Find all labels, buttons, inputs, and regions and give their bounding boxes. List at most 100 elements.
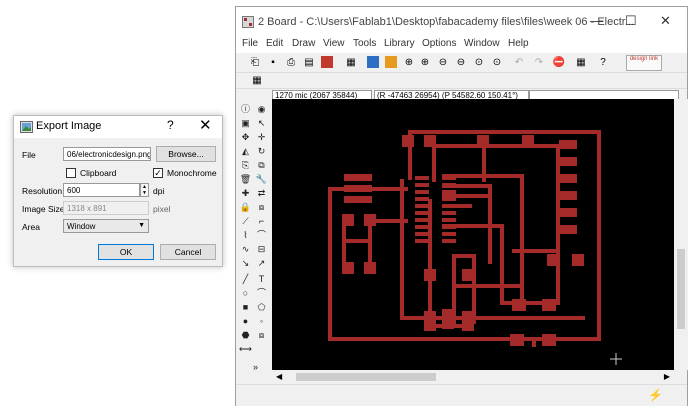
window-title: 2 Board - C:\Users\Fablab1\Desktop\fabac… (258, 16, 634, 28)
show-icon[interactable]: ◉ (255, 103, 268, 116)
help-icon[interactable]: ? (596, 56, 610, 70)
zoom-redraw-icon[interactable]: ⊖ (454, 56, 468, 70)
move-cross-icon[interactable]: ✛ (255, 131, 268, 144)
monochrome-checkbox[interactable]: ✓ (153, 168, 163, 178)
cancel-button[interactable]: Cancel (160, 244, 216, 260)
mark-icon[interactable]: ↖ (255, 117, 268, 130)
area-dropdown[interactable]: Window ▼ (63, 219, 149, 233)
ratsnest-icon[interactable]: ⧈ (255, 329, 268, 342)
split-icon[interactable]: ⟋ (239, 215, 252, 228)
menu-help[interactable]: Help (508, 38, 529, 49)
sch-icon[interactable] (320, 56, 334, 70)
save-icon[interactable]: ▪ (266, 56, 280, 70)
text-icon[interactable]: T (255, 273, 268, 286)
stop-icon[interactable]: ⛔ (552, 56, 566, 70)
vertical-scrollbar[interactable] (674, 99, 688, 370)
dialog-close-button[interactable]: ✕ (199, 116, 212, 134)
browse-button[interactable]: Browse... (156, 146, 216, 162)
lock-icon[interactable]: 🔒 (239, 201, 252, 214)
circle-icon[interactable]: ○ (239, 287, 252, 300)
script-icon[interactable] (366, 56, 380, 70)
add-icon[interactable]: ✚ (239, 187, 252, 200)
resolution-spinner[interactable]: ▲ ▼ (140, 183, 149, 197)
ripup-icon[interactable]: ⌒ (255, 229, 268, 242)
cam-icon[interactable]: ▤ (302, 56, 316, 70)
dialog-title: Export Image (36, 120, 102, 132)
library-icon[interactable]: ▦ (344, 56, 358, 70)
zoom-fit-icon[interactable]: ⊕ (402, 56, 416, 70)
window-close-button[interactable]: ✕ (660, 13, 671, 29)
board-canvas[interactable] (272, 99, 674, 370)
menu-library[interactable]: Library (384, 38, 415, 49)
rotate-icon[interactable]: ↻ (255, 145, 268, 158)
expand-toolbar-icon[interactable]: » (249, 361, 262, 374)
print-icon[interactable]: ⎙ (284, 56, 298, 70)
hole-icon[interactable]: ⬣ (239, 329, 252, 342)
via-icon[interactable]: ● (239, 315, 252, 328)
vertical-scroll-thumb[interactable] (677, 249, 685, 329)
open-icon[interactable]: ⎗ (248, 56, 262, 70)
route-icon[interactable]: ⌇ (239, 229, 252, 242)
board-app-icon (242, 16, 254, 28)
line-icon[interactable]: ╱ (239, 273, 252, 286)
info-icon[interactable]: ⓘ (239, 103, 252, 116)
grid-icon[interactable]: ▦ (250, 74, 264, 88)
resolution-input[interactable]: 600 (63, 183, 140, 197)
meander-icon[interactable]: ∿ (239, 243, 252, 256)
zoom-out-icon[interactable]: ⊖ (436, 56, 450, 70)
autoroute-icon[interactable]: ↗ (255, 257, 268, 270)
ok-button[interactable]: OK (98, 244, 154, 260)
zoom-select-icon[interactable]: ⊙ (472, 56, 486, 70)
zoom-in-icon[interactable]: ⊕ (418, 56, 432, 70)
monochrome-label: Monochrome (167, 168, 217, 178)
clipboard-checkbox[interactable] (66, 168, 76, 178)
file-label: File (22, 150, 36, 160)
paste-icon[interactable]: ⧉ (255, 159, 268, 172)
smash-icon[interactable]: ⧈ (255, 201, 268, 214)
run-ulp-icon[interactable] (384, 56, 398, 70)
menu-tools[interactable]: Tools (353, 38, 376, 49)
minimize-button[interactable]: — (590, 13, 603, 28)
undo-icon[interactable]: ↶ (512, 56, 526, 70)
scroll-left-icon[interactable]: ◀ (276, 372, 282, 381)
redo-icon[interactable]: ↷ (532, 56, 546, 70)
signal-icon[interactable]: ↘ (239, 257, 252, 270)
menu-view[interactable]: View (323, 38, 345, 49)
pad-icon[interactable]: ◦ (255, 315, 268, 328)
help-button[interactable]: ? (167, 118, 174, 132)
menu-file[interactable]: File (242, 38, 258, 49)
polygon-icon[interactable]: ⬠ (255, 301, 268, 314)
maximize-button[interactable]: ☐ (625, 13, 637, 29)
rectangle-icon[interactable]: ■ (239, 301, 252, 314)
design-link-button[interactable]: design link (626, 55, 662, 71)
menu-edit[interactable]: Edit (266, 38, 283, 49)
scroll-right-icon[interactable]: ▶ (664, 372, 670, 381)
status-bar: ⚡ (236, 384, 687, 406)
menu-options[interactable]: Options (422, 38, 456, 49)
wrench-icon[interactable]: 🔧 (255, 173, 268, 186)
file-path-input[interactable]: 06/electronicdesign.png (63, 147, 151, 161)
replace-icon[interactable]: ⇄ (255, 187, 268, 200)
ic-pads (415, 176, 456, 243)
lightning-icon[interactable]: ⚡ (648, 388, 663, 402)
menu-draw[interactable]: Draw (292, 38, 315, 49)
display-icon[interactable]: ▣ (239, 117, 252, 130)
resolution-label: Resolution (22, 186, 63, 196)
mirror-icon[interactable]: ◭ (239, 145, 252, 158)
export-image-dialog: Export Image ? ✕ File 06/electronicdesig… (13, 115, 223, 267)
optimize-icon[interactable]: ⌐ (255, 215, 268, 228)
copy-icon[interactable]: ⎘ (239, 159, 252, 172)
dimension-icon[interactable]: ⟷ (239, 343, 252, 356)
menu-bar: File Edit Draw View Tools Library Option… (236, 37, 687, 53)
arc-icon[interactable]: ⌒ (255, 287, 268, 300)
menu-window[interactable]: Window (464, 38, 500, 49)
horizontal-scrollbar[interactable]: ◀ ▶ (272, 370, 674, 384)
wire-icon[interactable]: ⊟ (255, 243, 268, 256)
design-link-label: design link (629, 56, 659, 62)
horizontal-scroll-thumb[interactable] (296, 373, 436, 381)
secondary-toolbar: ▦ (236, 73, 687, 89)
go-icon[interactable]: ▦ (574, 56, 588, 70)
zoom-area-icon[interactable]: ⊙ (490, 56, 504, 70)
move-icon[interactable]: ✥ (239, 131, 252, 144)
delete-icon[interactable]: 🗑 (239, 173, 252, 186)
